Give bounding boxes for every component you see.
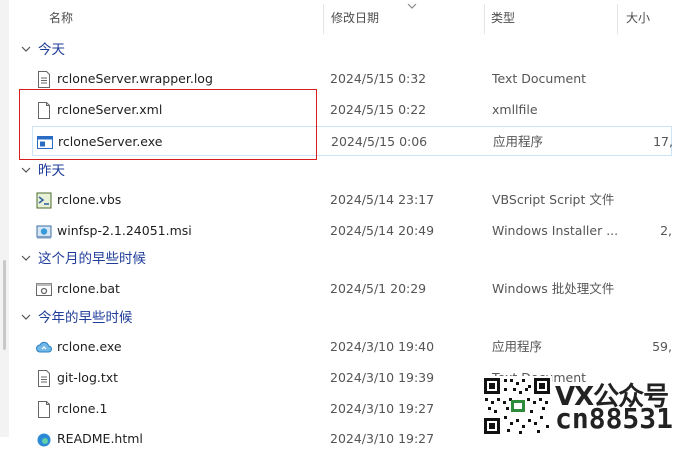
text-file-icon (36, 71, 52, 88)
file-row[interactable]: rclone.bat 2024/5/1 20:29 Windows 批处理文件 (32, 274, 683, 304)
group-header-earlier-this-month[interactable]: 这个月的早些时候 (20, 247, 146, 271)
file-name: rclone.1 (57, 401, 108, 416)
group-label: 昨天 (38, 163, 65, 179)
highlight-annotation-box (19, 89, 317, 160)
chevron-down-icon (20, 311, 32, 323)
file-size: 17, (653, 134, 673, 149)
file-type: 应用程序 (493, 134, 544, 149)
column-name-header[interactable]: 名称 (49, 0, 73, 34)
file-type: VBScript Script 文件 (492, 192, 615, 207)
file-name: rclone.exe (57, 339, 122, 354)
group-header-earlier-this-year[interactable]: 今年的早些时候 (20, 306, 133, 330)
group-label: 今天 (38, 42, 65, 58)
column-divider[interactable] (484, 4, 485, 34)
blank-file-icon (36, 401, 52, 418)
file-row[interactable]: rclone.exe 2024/3/10 19:40 应用程序 59, (32, 332, 683, 362)
text-file-icon (36, 370, 52, 387)
column-divider[interactable] (617, 4, 618, 34)
file-size (644, 274, 683, 304)
sort-chevron-icon[interactable] (407, 2, 417, 10)
chevron-down-icon (20, 164, 32, 176)
file-row[interactable]: rclone.vbs 2024/5/14 23:17 VBScript Scri… (32, 185, 683, 215)
chevron-down-icon (20, 43, 32, 55)
html-edge-icon (36, 431, 52, 448)
file-type: 应用程序 (492, 339, 543, 354)
vbs-script-icon (36, 192, 52, 209)
file-size (644, 95, 683, 125)
qr-code-icon (482, 376, 552, 436)
file-name: rclone.bat (57, 281, 120, 296)
file-date: 2024/5/14 20:49 (330, 223, 435, 238)
column-date-header[interactable]: 修改日期 (331, 0, 379, 34)
file-name: rclone.vbs (57, 192, 122, 207)
file-type: xmllfile (492, 102, 538, 117)
file-name: winfsp-2.1.24051.msi (57, 223, 192, 238)
group-header-yesterday[interactable]: 昨天 (20, 159, 65, 183)
group-label: 这个月的早些时候 (38, 251, 146, 267)
file-size: 59, (652, 339, 672, 354)
rclone-cloud-icon (36, 339, 52, 356)
file-type: Windows Installer ... (492, 223, 619, 238)
column-header: 名称 修改日期 类型 大小 (9, 0, 683, 34)
msi-installer-icon (36, 223, 52, 240)
group-label: 今年的早些时候 (38, 310, 133, 326)
file-type: Text Document (492, 71, 587, 86)
bat-gear-icon (36, 281, 52, 298)
file-date: 2024/5/14 23:17 (330, 192, 435, 207)
chevron-down-icon (20, 252, 32, 264)
file-size (644, 64, 683, 94)
column-size-header[interactable]: 大小 (626, 0, 650, 34)
watermark: VX公众号 cn88531 (482, 374, 683, 437)
file-date: 2024/5/15 0:06 (331, 134, 428, 149)
file-date: 2024/3/10 19:40 (330, 339, 435, 354)
watermark-line2: cn88531 (555, 402, 674, 435)
scrollbar-thumb[interactable] (3, 260, 6, 350)
column-type-header[interactable]: 类型 (491, 0, 515, 34)
file-size (644, 185, 683, 215)
file-size: 2, (660, 223, 672, 238)
file-date: 2024/5/15 0:32 (330, 71, 427, 86)
file-date: 2024/3/10 19:27 (330, 431, 435, 446)
file-date: 2024/5/1 20:29 (330, 281, 427, 296)
file-type: Windows 批处理文件 (492, 281, 615, 296)
column-divider[interactable] (323, 4, 324, 34)
file-date: 2024/3/10 19:27 (330, 401, 435, 416)
group-header-today[interactable]: 今天 (20, 38, 65, 62)
file-date: 2024/5/15 0:22 (330, 102, 427, 117)
left-pane-strip (0, 0, 9, 437)
file-name: README.html (57, 431, 143, 446)
file-date: 2024/3/10 19:39 (330, 370, 435, 385)
file-name: git-log.txt (57, 370, 119, 385)
file-row[interactable]: winfsp-2.1.24051.msi 2024/5/14 20:49 Win… (32, 216, 683, 246)
